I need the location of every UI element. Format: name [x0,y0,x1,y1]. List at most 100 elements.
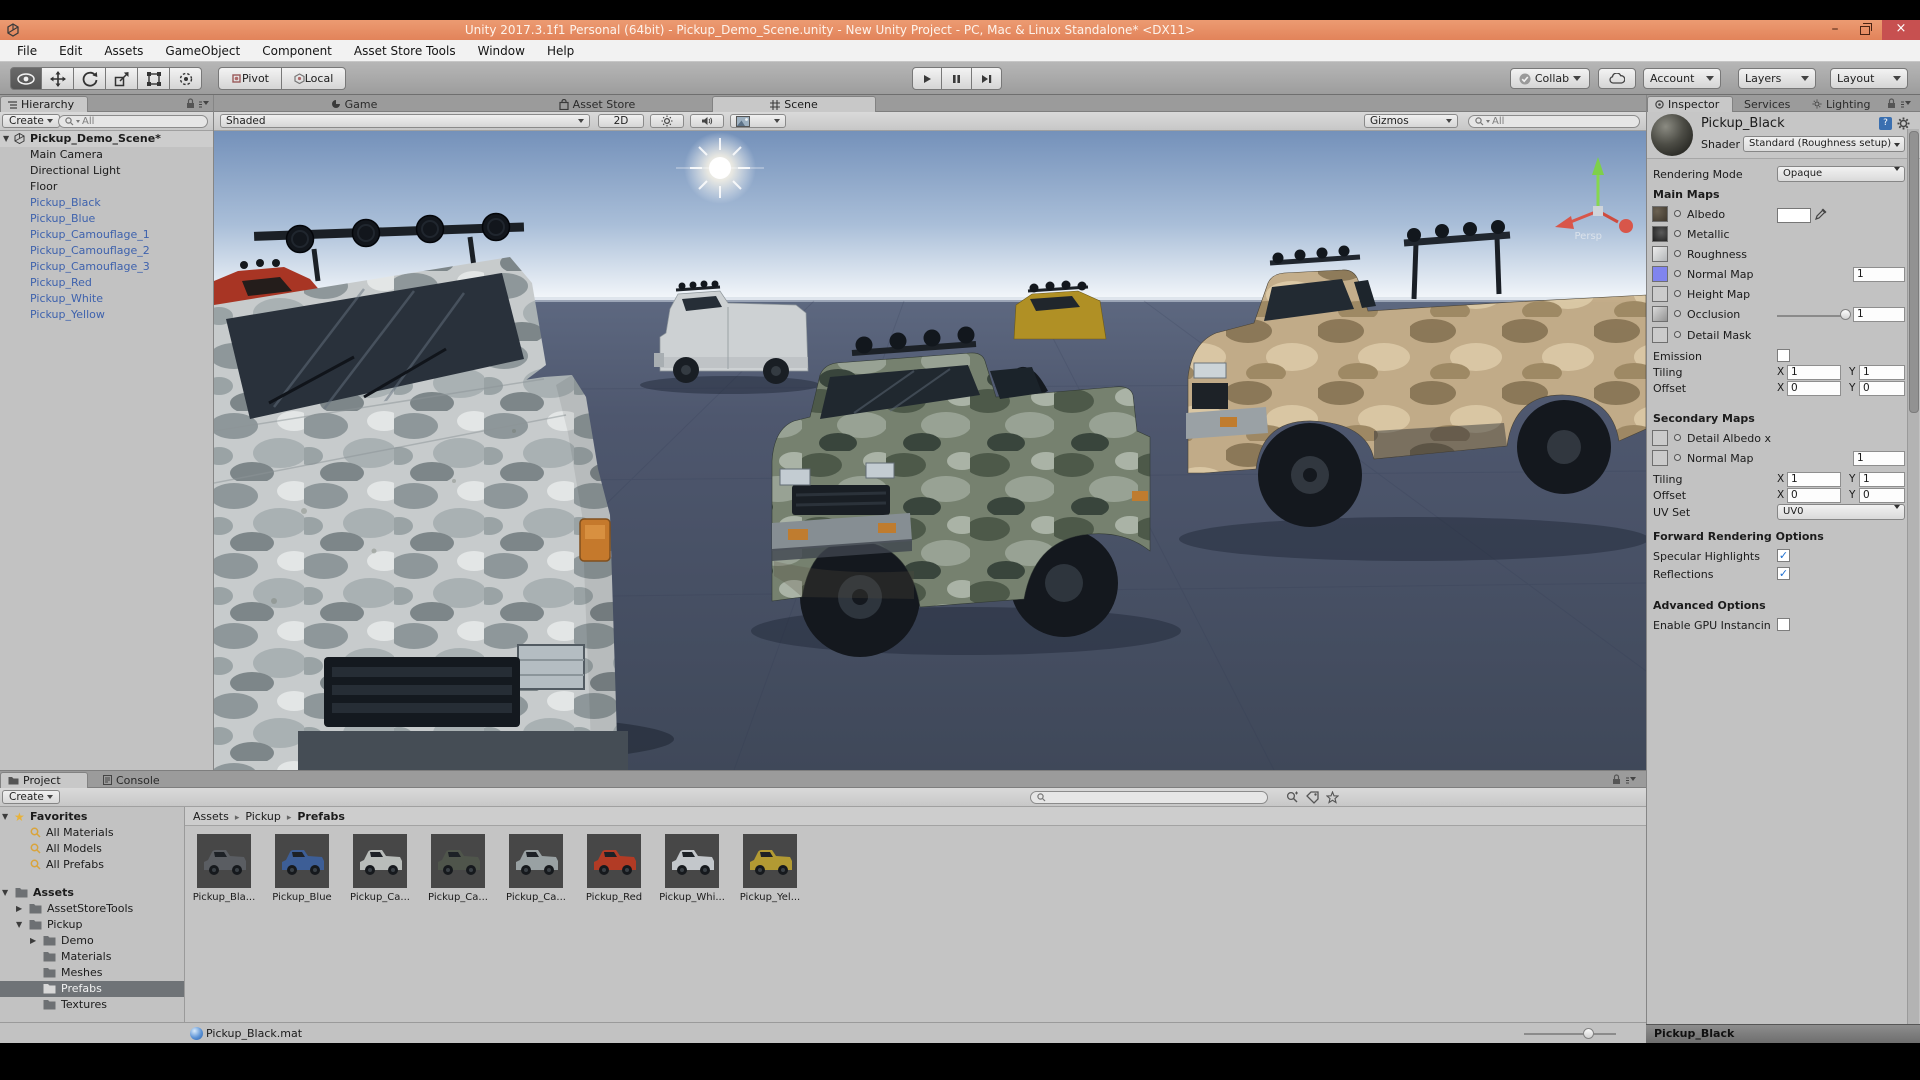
object-picker-icon[interactable] [1674,310,1681,317]
play-button[interactable] [912,67,942,90]
minimize-button[interactable]: – [1822,20,1848,40]
favorite-all-prefabs[interactable]: All Prefabs [0,857,184,873]
hierarchy-item-pickup-camouflage-2[interactable]: Pickup_Camouflage_2 [0,243,213,259]
height-map-thumbnail[interactable] [1652,286,1668,302]
secondary-normal-value-field[interactable]: 1 [1853,451,1905,466]
tiling-x-field[interactable]: 1 [1787,365,1841,380]
asset-pickup-camouflage-2[interactable]: Pickup_Ca... [421,834,495,903]
menu-file[interactable]: File [6,44,48,58]
thumbnail-zoom-knob[interactable] [1583,1028,1594,1039]
tab-services[interactable]: Services [1737,96,1801,112]
detail-mask-thumbnail[interactable] [1652,327,1668,343]
favorites-root[interactable]: ▼ ★ Favorites [0,809,184,825]
account-dropdown[interactable]: Account [1643,68,1721,89]
object-picker-icon[interactable] [1674,250,1681,257]
eyedropper-icon[interactable] [1815,207,1828,220]
scene-audio-toggle[interactable] [690,114,724,128]
shader-dropdown[interactable]: Standard (Roughness setup) [1743,136,1905,152]
2d-toggle-button[interactable]: 2D [598,114,644,128]
rendering-mode-dropdown[interactable]: Opaque [1777,166,1905,182]
menu-help[interactable]: Help [536,44,585,58]
cloud-button[interactable] [1598,68,1636,89]
help-icon[interactable]: ? [1879,117,1892,130]
tree-item-textures[interactable]: Textures [0,997,184,1013]
hierarchy-item-main-camera[interactable]: Main Camera [0,147,213,163]
tiling-y-field[interactable]: 1 [1859,365,1905,380]
menu-asset-store-tools[interactable]: Asset Store Tools [343,44,467,58]
tree-item-pickup[interactable]: ▼ Pickup [0,917,184,933]
tree-item-prefabs[interactable]: Prefabs [0,981,184,997]
inspector-scrollbar[interactable] [1907,129,1919,1024]
panel-menu-icon[interactable] [1626,774,1637,784]
secondary-offset-x-field[interactable]: 0 [1787,488,1841,503]
object-picker-icon[interactable] [1674,434,1681,441]
gpu-instancing-checkbox[interactable] [1777,618,1790,631]
offset-x-field[interactable]: 0 [1787,381,1841,396]
gizmos-dropdown[interactable]: Gizmos [1364,114,1458,128]
hierarchy-item-directional-light[interactable]: Directional Light [0,163,213,179]
project-search-input[interactable] [1030,791,1268,804]
persp-label[interactable]: Persp [1575,231,1603,242]
secondary-tiling-y-field[interactable]: 1 [1859,472,1905,487]
albedo-thumbnail[interactable] [1652,206,1668,222]
layout-dropdown[interactable]: Layout [1830,68,1908,89]
asset-pickup-camouflage-3[interactable]: Pickup_Ca... [499,834,573,903]
secondary-normal-thumbnail[interactable] [1652,450,1668,466]
favorite-all-materials[interactable]: All Materials [0,825,184,841]
occlusion-thumbnail[interactable] [1652,306,1668,322]
menu-window[interactable]: Window [467,44,536,58]
tab-scene[interactable]: Scene [712,96,876,112]
tab-project[interactable]: Project [0,772,88,788]
menu-assets[interactable]: Assets [93,44,154,58]
shaded-dropdown[interactable]: Shaded [220,114,590,128]
specular-highlights-checkbox[interactable]: ✓ [1777,549,1790,562]
pivot-button[interactable]: Pivot [218,67,282,90]
tab-asset-store[interactable]: Asset Store [502,96,692,112]
thumbnail-zoom-slider[interactable] [1524,1033,1616,1035]
inspector-scrollbar-thumb[interactable] [1909,131,1919,413]
metallic-thumbnail[interactable] [1652,226,1668,242]
normal-map-thumbnail[interactable] [1652,266,1668,282]
material-preview-header[interactable]: Pickup_Black [1646,1024,1920,1043]
object-picker-icon[interactable] [1674,331,1681,338]
move-tool-button[interactable] [42,67,74,90]
favorite-all-models[interactable]: All Models [0,841,184,857]
assets-root[interactable]: ▼ Assets [0,885,184,901]
albedo-color-swatch[interactable] [1777,208,1811,223]
favorite-star-icon[interactable] [1326,791,1339,804]
asset-pickup-red[interactable]: Pickup_Red [577,834,651,903]
scene-effects-dropdown[interactable] [730,114,786,128]
menu-gameobject[interactable]: GameObject [154,44,251,58]
rect-tool-button[interactable] [138,67,170,90]
tree-item-materials[interactable]: Materials [0,949,184,965]
step-button[interactable] [972,67,1002,90]
object-picker-icon[interactable] [1674,270,1681,277]
breadcrumb-assets[interactable]: Assets [193,810,229,823]
object-picker-icon[interactable] [1674,290,1681,297]
tab-inspector[interactable]: Inspector [1647,96,1733,112]
lock-icon[interactable] [1887,98,1896,109]
rotate-tool-button[interactable] [74,67,106,90]
hand-tool-button[interactable] [10,67,42,90]
tree-item-assetstoretools[interactable]: ▶ AssetStoreTools [0,901,184,917]
occlusion-slider-knob[interactable] [1840,309,1851,320]
transform-tool-button[interactable] [170,67,202,90]
asset-pickup-black[interactable]: Pickup_Bla... [187,834,261,903]
scale-tool-button[interactable] [106,67,138,90]
foldout-closed-icon[interactable]: ▶ [16,901,22,917]
hierarchy-scene-root[interactable]: ▼ Pickup_Demo_Scene* [0,131,213,147]
breadcrumb-pickup[interactable]: Pickup [245,810,280,823]
hierarchy-item-pickup-white[interactable]: Pickup_White [0,291,213,307]
search-by-type-icon[interactable] [1286,791,1299,804]
asset-pickup-camouflage-1[interactable]: Pickup_Ca... [343,834,417,903]
normal-map-value-field[interactable]: 1 [1853,267,1905,282]
secondary-offset-y-field[interactable]: 0 [1859,488,1905,503]
lock-icon[interactable] [1612,774,1621,785]
asset-pickup-blue[interactable]: Pickup_Blue [265,834,339,903]
hierarchy-search-input[interactable]: All [58,115,208,128]
panel-menu-icon[interactable] [199,98,210,108]
tree-item-demo[interactable]: ▶ Demo [0,933,184,949]
uv-set-dropdown[interactable]: UV0 [1777,504,1905,520]
offset-y-field[interactable]: 0 [1859,381,1905,396]
scene-viewport[interactable]: Persp [214,131,1646,770]
